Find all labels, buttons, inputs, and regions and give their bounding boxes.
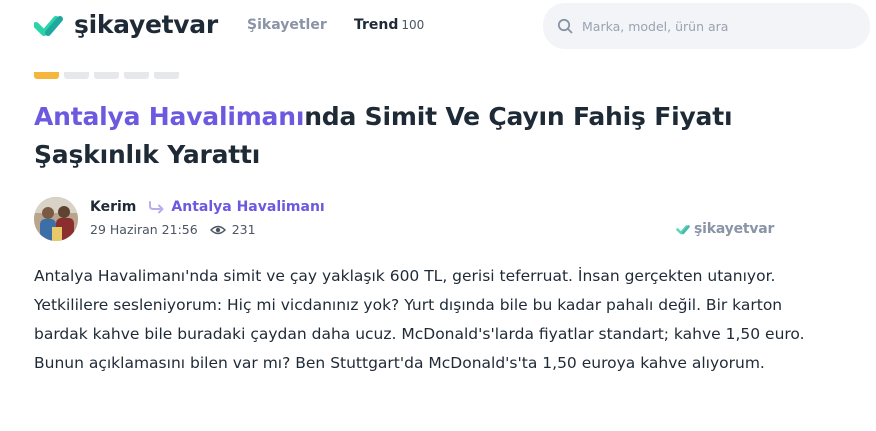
- avatar[interactable]: [34, 197, 78, 241]
- avatar-photo: [34, 197, 78, 241]
- rating-pills: [34, 72, 179, 79]
- rating-pill: [64, 72, 89, 79]
- author-name[interactable]: Kerim: [90, 199, 136, 215]
- complaint-body: Antalya Havalimanı'nda simit ve çay yakl…: [34, 267, 805, 372]
- site-logo[interactable]: şikayetvar: [34, 10, 218, 40]
- eye-icon: [209, 225, 226, 234]
- reply-arrow-icon: [149, 201, 164, 214]
- rating-pill: [154, 72, 179, 79]
- nav-complaints-link[interactable]: Şikayetler: [247, 17, 327, 33]
- rating-pill: [124, 72, 149, 79]
- rating-pill: [94, 72, 119, 79]
- nav-trend-label: Trend: [354, 17, 399, 33]
- logo-check-icon: [34, 16, 63, 36]
- company-link[interactable]: Antalya Havalimanı: [171, 199, 324, 215]
- title-brand-link[interactable]: Antalya Havalimanı: [34, 102, 304, 131]
- complaint-meta: 29 Haziran 21:56 231: [90, 222, 256, 237]
- search-bar[interactable]: [543, 3, 870, 49]
- watermark-text: şikayetvar: [694, 221, 775, 237]
- view-count: 231: [231, 222, 256, 237]
- search-icon: [557, 18, 573, 34]
- author-row: Kerim Antalya Havalimanı: [90, 199, 325, 215]
- complaint-title: Antalya Havalimanında Simit Ve Çayın Fah…: [34, 98, 814, 174]
- watermark-check-icon: [676, 224, 690, 234]
- complaint-date: 29 Haziran 21:56: [90, 222, 198, 237]
- nav-trend-link[interactable]: Trend 100: [354, 17, 424, 33]
- rating-pill: [34, 72, 59, 79]
- logo-text: şikayetvar: [74, 10, 218, 39]
- search-input[interactable]: [582, 18, 842, 34]
- trend-count: 100: [401, 18, 425, 32]
- watermark: şikayetvar: [676, 221, 774, 237]
- site-header: şikayetvar Şikayetler Trend 100: [0, 0, 876, 56]
